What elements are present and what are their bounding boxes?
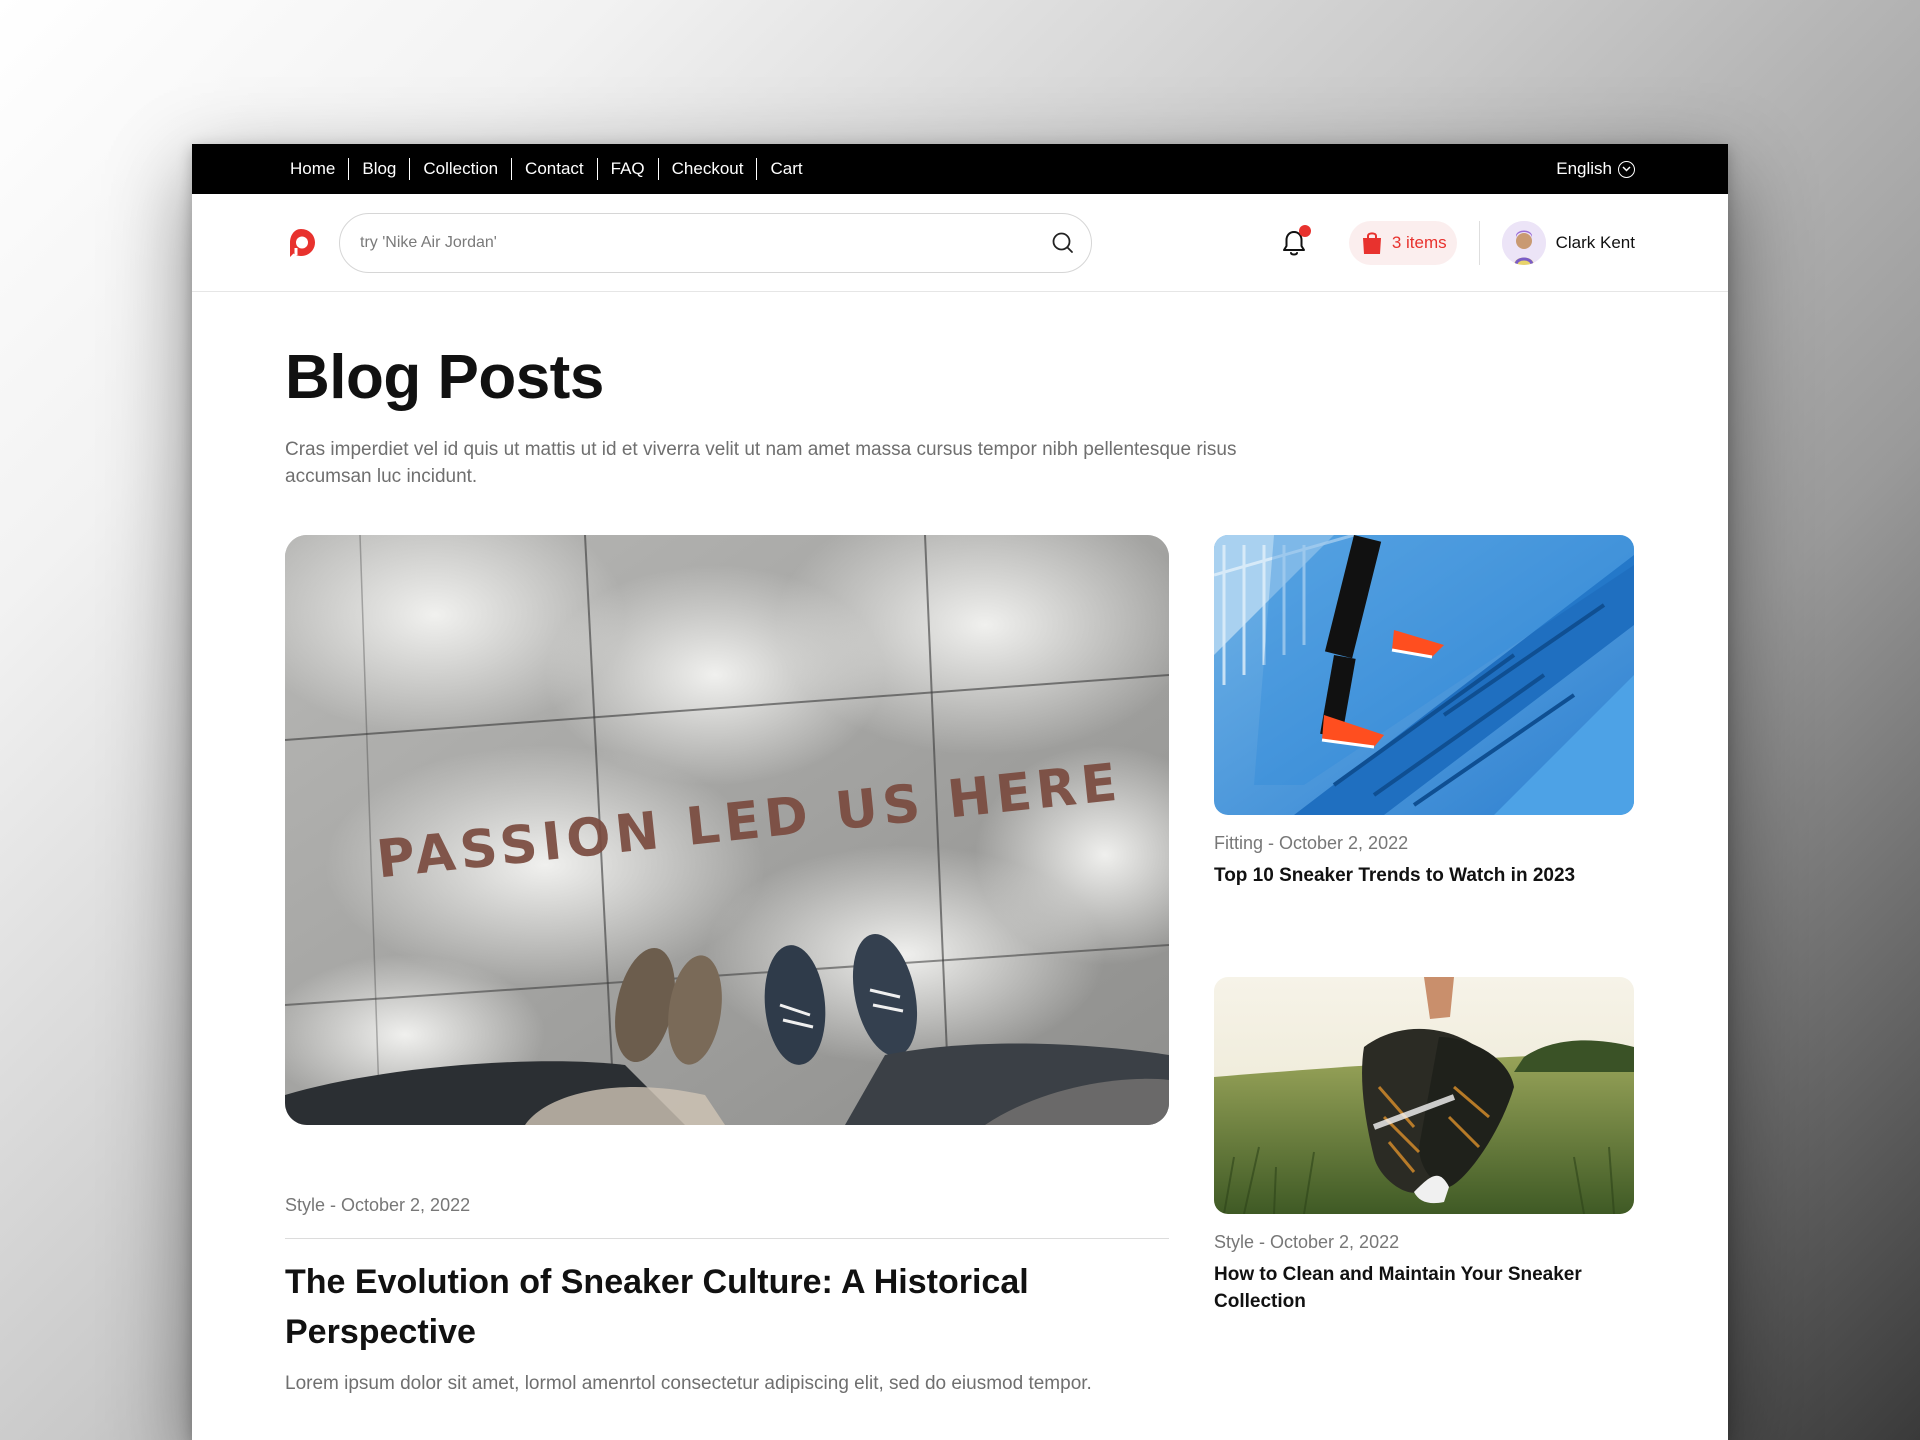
side-post-meta: Fitting - October 2, 2022 <box>1214 833 1409 853</box>
featured-post-excerpt: Lorem ipsum dolor sit amet, lormol amenr… <box>285 1373 1092 1394</box>
site-header: 3 items Clark Kent <box>192 194 1728 292</box>
side-post-image[interactable] <box>1214 535 1634 815</box>
notifications-button[interactable] <box>1279 224 1311 258</box>
notification-badge <box>1298 224 1311 237</box>
nav-contact-link[interactable]: Contact <box>511 158 597 180</box>
logo-icon[interactable] <box>285 227 317 259</box>
featured-post-meta: Style - October 2, 2022 <box>285 1195 1169 1239</box>
side-post-image[interactable] <box>1214 977 1634 1214</box>
header-actions: 3 items Clark Kent <box>1279 220 1635 265</box>
nav-checkout-link[interactable]: Checkout <box>657 158 757 180</box>
top-navigation-bar: Home Blog Collection Contact FAQ Checkou… <box>192 144 1728 194</box>
side-posts: Fitting - October 2, 2022 Top 10 Sneaker… <box>1214 535 1634 1395</box>
search-bar[interactable] <box>339 212 1092 273</box>
browser-window: Home Blog Collection Contact FAQ Checkou… <box>192 144 1728 1440</box>
cart-count-label: 3 items <box>1391 232 1447 252</box>
nav-home-link[interactable]: Home <box>285 158 348 180</box>
chevron-down-icon <box>1618 160 1635 178</box>
search-input[interactable] <box>360 233 1000 252</box>
featured-post-image[interactable]: PASSION LED US HERE <box>285 535 1169 1125</box>
language-label: English <box>1556 159 1612 178</box>
search-icon[interactable] <box>1051 231 1075 255</box>
user-menu[interactable]: Clark Kent <box>1501 220 1635 265</box>
header-divider <box>1478 220 1480 265</box>
nav-cart-link[interactable]: Cart <box>756 158 815 180</box>
user-name: Clark Kent <box>1555 232 1635 252</box>
nav-collection-link[interactable]: Collection <box>409 158 511 180</box>
side-post-card[interactable]: Fitting - October 2, 2022 Top 10 Sneaker… <box>1214 535 1634 889</box>
side-post-meta: Style - October 2, 2022 <box>1214 1232 1400 1252</box>
page-title: Blog Posts <box>285 343 604 412</box>
side-post-title[interactable]: How to Clean and Maintain Your Sneaker C… <box>1214 1261 1634 1315</box>
shopping-bag-icon <box>1362 231 1381 254</box>
nav-blog-link[interactable]: Blog <box>348 158 409 180</box>
featured-post-card[interactable]: PASSION LED US HERE Style - October 2, 2… <box>285 535 1169 1395</box>
side-post-title[interactable]: Top 10 Sneaker Trends to Watch in 2023 <box>1214 862 1634 889</box>
side-post-card[interactable]: Style - October 2, 2022 How to Clean and… <box>1214 977 1634 1315</box>
page-description: Cras imperdiet vel id quis ut mattis ut … <box>285 439 1237 487</box>
main-content: Blog Posts Cras imperdiet vel id quis ut… <box>192 342 1728 1395</box>
nav-faq-link[interactable]: FAQ <box>596 158 658 180</box>
cart-button[interactable]: 3 items <box>1348 220 1457 265</box>
featured-post-title[interactable]: The Evolution of Sneaker Culture: A Hist… <box>285 1257 1169 1357</box>
language-selector[interactable]: English <box>1556 159 1635 179</box>
blog-grid: PASSION LED US HERE Style - October 2, 2… <box>285 535 1635 1395</box>
top-nav-menu: Home Blog Collection Contact FAQ Checkou… <box>285 158 816 180</box>
avatar <box>1501 220 1546 265</box>
